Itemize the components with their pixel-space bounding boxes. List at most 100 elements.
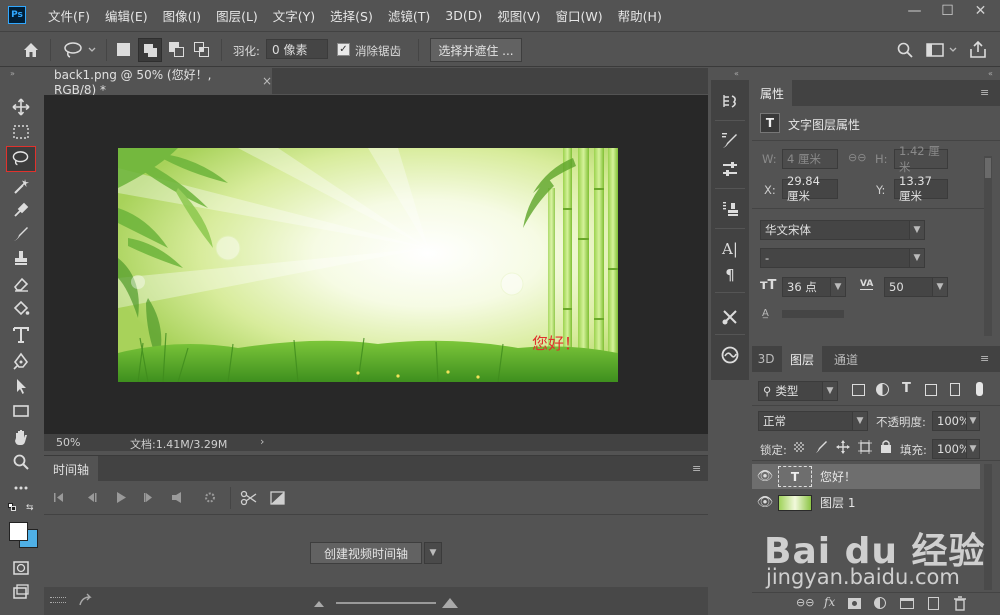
render-video-icon[interactable] (50, 597, 66, 603)
layer-row-image[interactable]: 👁 图层 1 (752, 490, 980, 515)
clone-source-icon[interactable] (717, 198, 743, 220)
transition-icon[interactable] (270, 490, 286, 506)
tool-presets-icon[interactable] (717, 306, 743, 328)
x-position-field[interactable]: 29.84 厘米 (782, 174, 838, 203)
menu-file[interactable]: 文件(F) (48, 6, 90, 25)
convert-frame-animation-icon[interactable] (78, 593, 92, 607)
share-icon[interactable] (968, 40, 988, 60)
menu-layer[interactable]: 图层(L) (216, 6, 258, 25)
add-to-selection-icon[interactable] (138, 38, 162, 62)
leading-field[interactable] (782, 310, 844, 318)
font-size-dropdown-icon[interactable]: ▼ (830, 277, 846, 297)
tracking-dropdown-icon[interactable]: ▼ (932, 277, 948, 297)
hand-tool-icon[interactable] (8, 426, 34, 448)
tab-properties[interactable]: 属性 (752, 80, 792, 106)
scrollbar-thumb[interactable] (985, 158, 991, 178)
lock-position-icon[interactable] (836, 440, 850, 454)
paragraph-panel-icon[interactable]: ¶ (717, 264, 743, 286)
brush-settings-icon[interactable] (717, 158, 743, 180)
lock-all-icon[interactable] (880, 439, 892, 454)
font-style-dropdown-icon[interactable]: ▼ (909, 248, 925, 268)
default-colors-icon[interactable] (8, 503, 16, 511)
lock-pixels-icon[interactable] (814, 440, 828, 454)
eyedropper-tool-icon[interactable] (8, 199, 34, 221)
panel-menu-icon[interactable]: ≡ (692, 462, 701, 475)
eraser-tool-icon[interactable] (8, 273, 34, 295)
layers-scrollbar[interactable] (984, 464, 992, 590)
font-family-select[interactable]: 华文宋体 (760, 220, 916, 240)
delete-layer-icon[interactable] (954, 596, 966, 611)
playback-controls-icon[interactable] (54, 491, 234, 505)
opacity-dropdown-icon[interactable]: ▼ (966, 411, 980, 431)
filter-pixel-icon[interactable] (852, 384, 865, 396)
menu-image[interactable]: 图像(I) (163, 6, 201, 25)
properties-menu-icon[interactable]: ≡ (980, 86, 989, 99)
layer-filter-dropdown-icon[interactable]: ▼ (822, 381, 838, 401)
path-selection-tool-icon[interactable] (8, 375, 34, 397)
new-layer-icon[interactable] (928, 597, 939, 610)
swap-colors-icon[interactable]: ⇆ (26, 503, 34, 513)
document-image[interactable]: 您好！ (118, 148, 618, 382)
tab-layers[interactable]: 图层 (782, 346, 822, 372)
properties-scrollbar[interactable] (984, 156, 992, 336)
antialias-checkbox[interactable]: ✓ (337, 43, 350, 56)
filter-type-icon[interactable]: T (902, 381, 911, 396)
menu-type[interactable]: 文字(Y) (273, 6, 315, 25)
font-family-dropdown-icon[interactable]: ▼ (909, 220, 925, 240)
new-selection-icon[interactable] (117, 43, 130, 56)
collapse-toolbar-icon[interactable]: » (10, 69, 15, 78)
paint-bucket-tool-icon[interactable] (8, 298, 34, 320)
quick-mask-icon[interactable] (8, 557, 34, 579)
intersect-selection-icon[interactable] (193, 41, 211, 59)
more-tools-icon[interactable] (8, 477, 34, 499)
brush-panel-icon[interactable] (717, 130, 743, 152)
menu-edit[interactable]: 编辑(E) (105, 6, 148, 25)
tab-channels[interactable]: 通道 (826, 346, 866, 372)
clone-stamp-tool-icon[interactable] (8, 247, 34, 269)
layer-style-icon[interactable]: fx (824, 595, 835, 609)
zoom-slider[interactable] (314, 595, 464, 609)
visibility-eye-icon[interactable]: 👁 (752, 495, 778, 510)
fill-field[interactable]: 100% (932, 439, 970, 459)
timeline-tab[interactable]: 时间轴 (44, 456, 98, 482)
font-style-select[interactable]: - (760, 248, 916, 268)
select-and-mask-button[interactable]: 选择并遮住 ... (430, 38, 522, 62)
pen-tool-icon[interactable] (8, 350, 34, 372)
layer-row-text[interactable]: 👁 T 您好！ (752, 464, 980, 489)
libraries-panel-icon[interactable] (717, 344, 743, 366)
fill-dropdown-icon[interactable]: ▼ (966, 439, 980, 459)
filter-shape-icon[interactable] (925, 384, 937, 396)
home-icon[interactable] (22, 41, 40, 59)
workspace-switcher-icon[interactable] (925, 41, 961, 59)
create-video-timeline-button[interactable]: 创建视频时间轴 (310, 542, 422, 564)
y-position-field[interactable]: 13.37 厘米 (894, 174, 948, 203)
lasso-tool-preset-picker[interactable] (62, 41, 102, 59)
menu-help[interactable]: 帮助(H) (618, 6, 662, 25)
menu-select[interactable]: 选择(S) (330, 6, 373, 25)
lock-transparent-icon[interactable] (794, 442, 804, 452)
menu-filter[interactable]: 滤镜(T) (388, 6, 430, 25)
add-mask-icon[interactable] (848, 598, 861, 609)
maximize-button[interactable]: ☐ (931, 0, 964, 22)
close-tab-icon[interactable]: × (262, 74, 272, 88)
lasso-tool-button[interactable] (6, 146, 36, 172)
minimize-button[interactable]: — (898, 0, 931, 22)
foreground-color-swatch[interactable] (9, 522, 28, 541)
blend-mode-dropdown-icon[interactable]: ▼ (852, 411, 868, 431)
layers-menu-icon[interactable]: ≡ (980, 352, 989, 365)
zoom-tool-icon[interactable] (8, 451, 34, 473)
screen-mode-icon[interactable] (8, 581, 34, 603)
subtract-from-selection-icon[interactable] (168, 41, 186, 59)
search-icon[interactable] (896, 41, 914, 59)
collapse-dock-icon[interactable]: « (734, 69, 739, 78)
status-menu-chevron-icon[interactable]: › (260, 435, 264, 448)
menu-view[interactable]: 视图(V) (497, 6, 540, 25)
filter-toggle[interactable] (976, 382, 983, 396)
timeline-type-dropdown[interactable]: ▼ (424, 542, 442, 564)
menu-window[interactable]: 窗口(W) (556, 6, 603, 25)
opacity-field[interactable]: 100% (932, 411, 970, 431)
split-scissors-icon[interactable] (240, 490, 258, 506)
filter-adjustment-icon[interactable] (876, 383, 889, 396)
new-adjustment-layer-icon[interactable] (874, 597, 886, 609)
character-panel-icon[interactable]: A| (717, 238, 743, 260)
